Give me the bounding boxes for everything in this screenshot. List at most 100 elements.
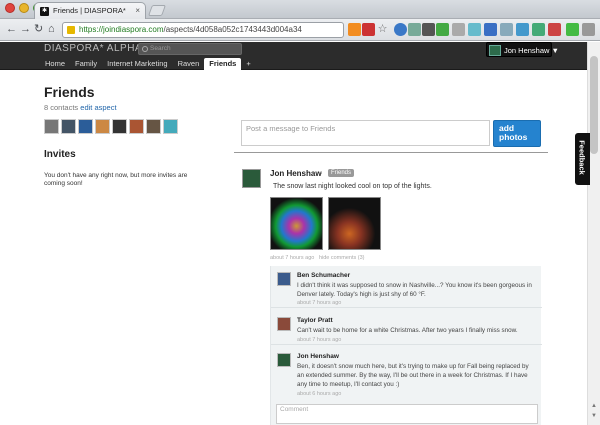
- avatar[interactable]: [129, 119, 144, 134]
- url-path: /aspects/4d058a052c1743443d004a34: [163, 25, 302, 34]
- scroll-up-icon[interactable]: ▲: [591, 403, 597, 409]
- search-input[interactable]: Search: [138, 43, 242, 55]
- browser-tab[interactable]: ✱ Friends | DIASPORA* ×: [34, 2, 146, 19]
- comment-text: I didn't think it was supposed to snow i…: [297, 282, 532, 298]
- avatar[interactable]: [44, 119, 59, 134]
- extension-icon[interactable]: [500, 23, 513, 36]
- tab-family[interactable]: Family: [70, 58, 102, 70]
- post-photo[interactable]: [270, 197, 323, 250]
- avatar[interactable]: [95, 119, 110, 134]
- contacts-count: 8 contacts: [44, 103, 79, 112]
- extension-icon[interactable]: [452, 23, 465, 36]
- extension-icon[interactable]: [484, 23, 497, 36]
- arrow-right-icon: ›: [320, 170, 323, 177]
- post-author[interactable]: Jon Henshaw: [270, 169, 322, 178]
- address-bar[interactable]: https://joindiaspora.com/aspects/4d058a0…: [62, 22, 344, 38]
- list-item: Taylor Pratt Can't wait to be home for a…: [271, 308, 542, 345]
- list-item: Ben Schumacher I didn't think it was sup…: [271, 266, 542, 308]
- search-icon: [142, 46, 148, 52]
- post-text: The snow last night looked cool on top o…: [273, 183, 432, 190]
- app-header: DIASPORA* ALPHA Search Jon Henshaw ▼ Hom…: [0, 42, 587, 70]
- add-aspect-tab[interactable]: +: [241, 58, 255, 70]
- comment-time: about 7 hours ago: [297, 300, 342, 306]
- avatar[interactable]: [112, 119, 127, 134]
- avatar[interactable]: [163, 119, 178, 134]
- url-host: joindiaspora.com: [103, 25, 164, 34]
- avatar[interactable]: [277, 353, 291, 367]
- wrench-icon[interactable]: [422, 23, 435, 36]
- tab-close-icon[interactable]: ×: [135, 6, 140, 15]
- extension-icon[interactable]: [408, 23, 421, 36]
- hide-comments-link[interactable]: hide comments (3): [319, 255, 365, 261]
- contacts-info: 8 contacts edit aspect: [44, 103, 117, 112]
- feedback-tab[interactable]: Feedback: [575, 133, 590, 185]
- extension-icon[interactable]: [532, 23, 545, 36]
- brand-logo[interactable]: DIASPORA* ALPHA: [44, 43, 142, 54]
- aspect-tabs: Home Family Internet Marketing Raven Friends…: [40, 58, 256, 70]
- avatar[interactable]: [277, 317, 291, 331]
- user-menu[interactable]: Jon Henshaw ▼: [486, 42, 559, 57]
- extension-icon[interactable]: [436, 23, 449, 36]
- back-arrow-icon[interactable]: ←: [6, 23, 17, 36]
- comment-time: about 7 hours ago: [297, 337, 342, 343]
- close-window-button[interactable]: [5, 3, 15, 13]
- extension-icon[interactable]: [516, 23, 529, 36]
- comment-text: Ben, it doesn't snow much here, but it's…: [297, 363, 529, 388]
- edit-aspect-link[interactable]: edit aspect: [80, 103, 116, 112]
- page-title: Friends: [44, 84, 95, 100]
- browser-tab-bar: ✱ Friends | DIASPORA* ×: [0, 0, 600, 19]
- reload-icon[interactable]: ↻: [34, 23, 43, 36]
- asterisk-icon: ✱: [40, 7, 49, 16]
- scrollbar-thumb[interactable]: [590, 56, 598, 154]
- comment-time: about 6 hours ago: [297, 391, 342, 397]
- lock-icon: [67, 26, 75, 34]
- rss-icon[interactable]: [348, 23, 361, 36]
- extension-icon[interactable]: [566, 23, 579, 36]
- tab-title: Friends | DIASPORA*: [53, 6, 126, 15]
- tab-raven[interactable]: Raven: [173, 58, 205, 70]
- feedback-label: Feedback: [577, 140, 587, 175]
- add-photos-button[interactable]: add photos: [493, 120, 541, 147]
- aspect-badge: Friends: [328, 169, 355, 177]
- extension-icon[interactable]: [468, 23, 481, 36]
- url-scheme: https://: [79, 25, 104, 34]
- comment-author[interactable]: Ben Schumacher: [297, 272, 350, 279]
- tab-friends[interactable]: Friends: [204, 58, 242, 70]
- avatar[interactable]: [146, 119, 161, 134]
- avatar[interactable]: [78, 119, 93, 134]
- home-icon[interactable]: ⌂: [48, 23, 55, 36]
- scrollbar[interactable]: ▲ ▼: [587, 42, 600, 425]
- comment-text: Can't wait to be home for a white Christ…: [297, 327, 518, 334]
- star-icon[interactable]: ☆: [376, 23, 389, 36]
- new-tab-button[interactable]: [147, 5, 167, 16]
- post-message-input[interactable]: Post a message to Friends: [241, 120, 490, 146]
- invites-text: You don't have any right now, but more i…: [44, 172, 188, 187]
- user-name: Jon Henshaw ▼: [504, 46, 559, 55]
- avatar[interactable]: [242, 169, 261, 188]
- comment-author[interactable]: Taylor Pratt: [297, 317, 333, 324]
- avatar[interactable]: [61, 119, 76, 134]
- divider: [234, 152, 548, 153]
- contact-avatars: [44, 119, 184, 135]
- minimize-window-button[interactable]: [19, 3, 29, 13]
- extension-icon[interactable]: [394, 23, 407, 36]
- comment-input[interactable]: Comment: [276, 404, 538, 424]
- post-photo[interactable]: [328, 197, 381, 250]
- avatar: [489, 45, 501, 56]
- forward-arrow-icon[interactable]: →: [20, 23, 31, 36]
- post-meta: about 7 hours ago hide comments (3): [270, 255, 364, 261]
- invites-heading: Invites: [44, 149, 76, 160]
- stop-icon[interactable]: [362, 23, 375, 36]
- post-time: about 7 hours ago: [270, 255, 315, 261]
- list-item: Jon Henshaw Ben, it doesn't snow much he…: [271, 345, 542, 401]
- tab-home[interactable]: Home: [40, 58, 70, 70]
- extension-icon[interactable]: [548, 23, 561, 36]
- tab-internet-marketing[interactable]: Internet Marketing: [102, 58, 172, 70]
- browser-toolbar: ← → ↻ ⌂ https://joindiaspora.com/aspects…: [0, 19, 600, 41]
- avatar[interactable]: [277, 272, 291, 286]
- scroll-down-icon[interactable]: ▼: [591, 413, 597, 419]
- search-placeholder: Search: [150, 45, 171, 52]
- comments-list: Ben Schumacher I didn't think it was sup…: [270, 266, 542, 425]
- comment-author[interactable]: Jon Henshaw: [297, 353, 339, 360]
- page-menu-icon[interactable]: [582, 23, 595, 36]
